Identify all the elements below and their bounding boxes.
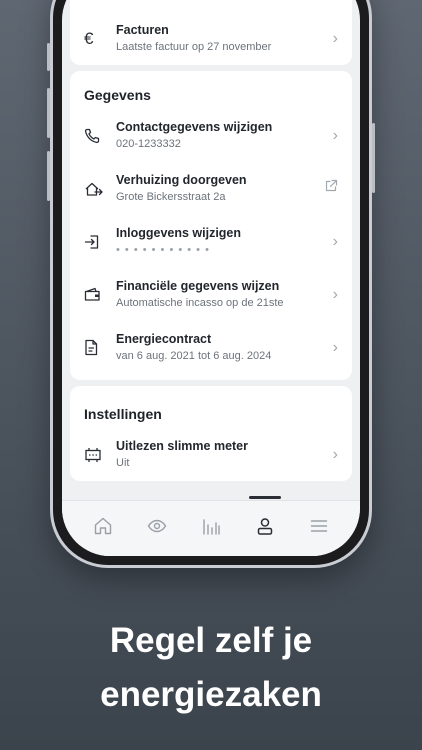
marketing-headline: Regel zelf je energiezaken	[0, 614, 422, 722]
contact-details-subtitle: 020-1233332	[116, 137, 181, 150]
chevron-right-icon: ›	[332, 29, 338, 47]
login-details-title: Inloggevens wijzigen	[116, 225, 242, 240]
move-subtitle: Grote Bickersstraat 2a	[116, 190, 226, 203]
phone-screen: € Facturen Laatste factuur op 27 novembe…	[62, 0, 360, 556]
invoices-title: Facturen	[116, 22, 169, 37]
home-icon	[94, 517, 112, 534]
instellingen-card: Instellingen Uitlezen slimme meter Uit ›	[70, 386, 352, 481]
eye-icon	[147, 519, 167, 532]
move-title: Verhuizing doorgeven	[116, 172, 247, 187]
menu-icon	[310, 519, 328, 532]
move-row[interactable]: Verhuizing doorgeven Grote Bickersstraat…	[84, 162, 338, 215]
chevron-right-icon: ›	[332, 445, 338, 463]
smart-meter-row[interactable]: Uitlezen slimme meter Uit ›	[84, 428, 338, 481]
tab-account[interactable]	[247, 495, 283, 544]
chevron-right-icon: ›	[332, 338, 338, 356]
wallet-icon	[84, 287, 114, 302]
chevron-right-icon: ›	[332, 126, 338, 144]
energy-contract-row[interactable]: Energiecontract van 6 aug. 2021 tot 6 au…	[84, 321, 338, 374]
financial-details-row[interactable]: Financiële gegevens wijzen Automatische …	[84, 268, 338, 321]
gegevens-card: Gegevens Contactgegevens wijzigen 020-12…	[70, 71, 352, 380]
financial-details-title: Financiële gegevens wijzen	[116, 278, 280, 293]
invoices-subtitle: Laatste factuur op 27 november	[116, 40, 272, 53]
bottom-tab-bar	[62, 495, 360, 556]
contact-details-title: Contactgegevens wijzigen	[116, 119, 273, 134]
login-icon	[84, 234, 114, 250]
power-button	[372, 123, 375, 193]
tab-home[interactable]	[85, 508, 121, 544]
tab-insights[interactable]	[139, 508, 175, 544]
energy-contract-title: Energiecontract	[116, 331, 212, 346]
smart-meter-subtitle: Uit	[116, 456, 130, 469]
phone-icon	[84, 128, 114, 144]
contact-details-row[interactable]: Contactgegevens wijzigen 020-1233332 ›	[84, 109, 338, 162]
gegevens-heading: Gegevens	[84, 87, 151, 103]
login-details-row[interactable]: Inloggevens wijzigen • • • • • • • • • •…	[84, 215, 338, 268]
chevron-right-icon: ›	[332, 232, 338, 250]
phone-frame: € Facturen Laatste factuur op 27 novembe…	[47, 0, 375, 568]
person-icon	[257, 517, 273, 535]
euro-icon: €	[84, 28, 94, 48]
volume-down-button	[47, 151, 50, 201]
document-icon	[84, 339, 114, 356]
smart-meter-title: Uitlezen slimme meter	[116, 438, 248, 453]
chevron-right-icon: ›	[332, 285, 338, 303]
energy-contract-subtitle: van 6 aug. 2021 tot 6 aug. 2024	[116, 349, 272, 362]
tab-usage[interactable]	[193, 508, 229, 544]
smart-meter-icon	[84, 447, 114, 463]
invoices-row[interactable]: € Facturen Laatste factuur op 27 novembe…	[84, 12, 338, 65]
bar-chart-icon	[203, 518, 220, 535]
instellingen-heading: Instellingen	[84, 406, 162, 422]
headline-line-1: Regel zelf je	[109, 621, 313, 660]
volume-button	[47, 43, 50, 71]
headline-line-2: energiezaken	[100, 675, 322, 714]
volume-up-button	[47, 88, 50, 138]
account-content: € Facturen Laatste factuur op 27 novembe…	[70, 0, 352, 500]
financial-details-subtitle: Automatische incasso op de 21ste	[116, 296, 284, 309]
tab-menu[interactable]	[301, 508, 337, 544]
house-arrow-icon	[84, 181, 114, 197]
masked-password: • • • • • • • • • • •	[116, 243, 210, 256]
external-link-icon	[322, 179, 338, 198]
invoices-card: € Facturen Laatste factuur op 27 novembe…	[70, 0, 352, 65]
